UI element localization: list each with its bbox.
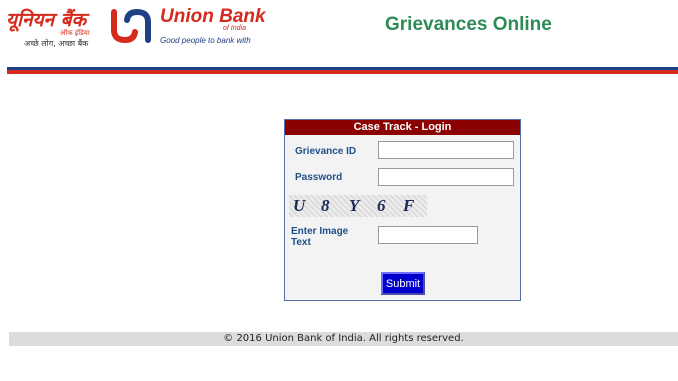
logo-hindi-tagline: अच्छे लोग, अच्छा बैंक bbox=[24, 39, 89, 48]
captcha-char: 6 bbox=[377, 196, 386, 215]
captcha-image: U 8 Y 6 F bbox=[289, 195, 427, 217]
footer-copyright: © 2016 Union Bank of India. All rights r… bbox=[9, 332, 678, 346]
password-label: Password bbox=[295, 172, 343, 183]
submit-button[interactable]: Submit bbox=[381, 272, 425, 295]
captcha-char: Y bbox=[349, 196, 360, 215]
login-panel-title: Case Track - Login bbox=[285, 120, 520, 135]
image-text-label: Enter Image Text bbox=[291, 226, 349, 248]
logo-english-sub: of India bbox=[223, 25, 246, 32]
captcha-char: F bbox=[403, 196, 415, 215]
union-bank-english-logo: Union Bank of India Good people to bank … bbox=[160, 6, 270, 46]
logo-english-name: Union Bank bbox=[160, 6, 266, 27]
captcha-char: 8 bbox=[321, 196, 330, 215]
image-text-input[interactable] bbox=[378, 226, 478, 244]
password-input[interactable] bbox=[378, 168, 514, 186]
logo-hindi-sub: ऑफ इंडिया bbox=[60, 29, 90, 37]
grievance-id-label: Grievance ID bbox=[295, 146, 357, 157]
case-track-login-panel: Case Track - Login Grievance ID Password… bbox=[284, 119, 521, 301]
captcha-char: U bbox=[293, 196, 306, 215]
grievance-id-input[interactable] bbox=[378, 141, 514, 159]
header-divider-red bbox=[7, 70, 678, 74]
union-bank-logo-icon bbox=[111, 8, 151, 44]
union-bank-hindi-logo: यूनियन बैंक ऑफ इंडिया अच्छे लोग, अच्छा ब… bbox=[6, 6, 102, 48]
logo-english-tagline: Good people to bank with bbox=[160, 36, 251, 45]
page-title: Grievances Online bbox=[385, 14, 552, 35]
page-header: यूनियन बैंक ऑफ इंडिया अच्छे लोग, अच्छा ब… bbox=[0, 0, 678, 64]
